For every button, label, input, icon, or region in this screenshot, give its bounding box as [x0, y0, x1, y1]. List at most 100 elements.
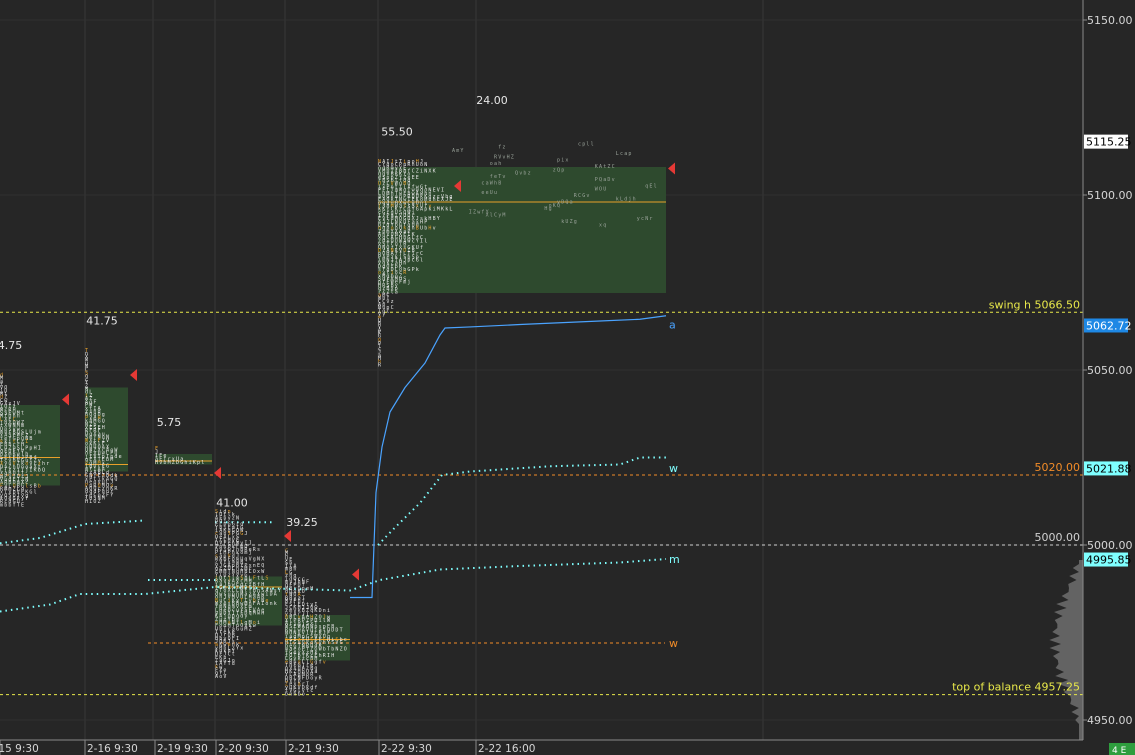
- tpo-letter: H: [420, 219, 423, 225]
- tpo-letter: U: [603, 187, 606, 193]
- price-tick-label: 4950.00: [1087, 714, 1133, 727]
- tpo-letter: l: [201, 460, 204, 466]
- series-label: w: [669, 637, 678, 650]
- time-tick-label: 2-21 9:30: [288, 743, 339, 755]
- tpo-letter: T: [340, 627, 343, 633]
- tpo-letter: l: [34, 490, 37, 496]
- tpo-letter: e: [306, 586, 309, 592]
- tpo-letter: K: [34, 468, 37, 474]
- tpo-letter: f: [257, 582, 260, 588]
- tpo-letter: y: [637, 216, 640, 222]
- tpo-letter: t: [603, 164, 606, 170]
- tpo-letter: F: [253, 576, 256, 582]
- tpo-letter: f: [13, 502, 16, 508]
- time-tick-label: 2-20 9:30: [218, 743, 269, 755]
- price-axis[interactable]: 5150.00 5100.00 5050.00 5000.00 4950.00 5115.…: [1082, 0, 1135, 755]
- tpo-letter: i: [561, 158, 564, 164]
- time-tick-label: 2-22 9:30: [381, 743, 432, 755]
- time-tick-label: 2-15 9:30: [0, 743, 39, 755]
- tpo-letter: C: [412, 169, 415, 175]
- tpo-letter: z: [391, 299, 394, 305]
- vwap-w-badge-text: 5021.88: [1086, 462, 1132, 475]
- tpo-letter: b: [323, 647, 326, 653]
- tpo-letter: j: [407, 280, 410, 286]
- range-label: 5.75: [157, 416, 182, 429]
- tpo-letter: j: [34, 430, 37, 436]
- tpo-letter: L: [249, 569, 252, 575]
- tpo-letter: Z: [249, 626, 252, 632]
- tpo-letter: l: [490, 213, 493, 219]
- tpo-letter: b: [4, 502, 7, 508]
- tpo-letter: D: [335, 627, 338, 633]
- tpo-letter: t: [306, 688, 309, 694]
- tpo-letter: X: [486, 213, 489, 219]
- tpo-letter: V: [106, 438, 109, 444]
- tpo-letter: c: [412, 257, 415, 263]
- tpo-letter: f: [420, 245, 423, 251]
- tpo-letter: Q: [261, 563, 264, 569]
- tpo-letter: X: [261, 557, 264, 563]
- tpo-letter: h: [433, 197, 436, 203]
- tpo-letter: Y: [223, 661, 226, 667]
- price-tick-label: 5100.00: [1087, 189, 1133, 202]
- tpo-letter: j: [249, 550, 252, 556]
- tpo-letter: y: [314, 675, 317, 681]
- range-label: 39.25: [286, 516, 318, 529]
- tpo-letter: q: [249, 610, 252, 616]
- tpo-letter: l: [420, 257, 423, 263]
- tpo-letter: I: [441, 188, 444, 194]
- tpo-letter: H: [34, 445, 37, 451]
- tpo-letter: D: [561, 200, 564, 206]
- tpo-letter: E: [21, 502, 24, 508]
- tpo-letter: g: [574, 219, 577, 225]
- tpo-letter: Y: [327, 640, 330, 646]
- tpo-letter: e: [481, 190, 484, 196]
- tpo-letter: Q: [557, 167, 560, 173]
- tpo-letter: U: [565, 219, 568, 225]
- tpo-letter: b: [38, 468, 41, 474]
- tpo-letter: N: [645, 216, 648, 222]
- tpo-letter: C: [228, 652, 231, 658]
- tpo-letter: p: [628, 151, 631, 157]
- tpo-letter: N: [424, 169, 427, 175]
- tpo-letter: G: [236, 626, 239, 632]
- tpo-letter: H: [544, 206, 547, 212]
- tpo-letter: h: [323, 640, 326, 646]
- tpo-letter: i: [189, 460, 192, 466]
- swing-high-line-label: swing h 5066.50: [989, 298, 1080, 311]
- tpo-letter: h: [494, 180, 497, 186]
- tpo-letter: V: [249, 557, 252, 563]
- last-price-badge-text: 5115.25: [1086, 136, 1132, 149]
- time-axis[interactable]: 2-15 9:30 2-16 9:30 2-19 9:30 2-20 9:30 2-21…: [0, 739, 1135, 755]
- price-tick-label: 5000.00: [1087, 539, 1133, 552]
- tpo-letter: S: [265, 576, 268, 582]
- tpo-letter: a: [314, 669, 317, 675]
- tpo-letter: D: [607, 177, 610, 183]
- tpo-letter: m: [244, 550, 247, 556]
- tpo-letter: M: [110, 457, 113, 463]
- tpo-letter: d: [624, 196, 627, 202]
- tpo-letter: A: [257, 601, 260, 607]
- tpo-letter: K: [441, 207, 444, 213]
- market-profile-chart[interactable]: swing h 5066.505020.005000.00top of bala…: [0, 0, 1135, 755]
- tpo-letter: D: [306, 675, 309, 681]
- tpo-letter: x: [257, 569, 260, 575]
- tpo-letter: p: [29, 445, 32, 451]
- tpo-letter: h: [412, 162, 415, 168]
- tpo-letter: y: [498, 213, 501, 219]
- tpo-letter: T: [17, 502, 20, 508]
- tpo-letter: Q: [102, 419, 105, 425]
- tpo-letter: c: [620, 151, 623, 157]
- tpo-letter: A: [274, 591, 277, 597]
- tpo-letter: T: [228, 661, 231, 667]
- tpo-letter: A: [420, 207, 423, 213]
- tpo-letter: f: [498, 145, 501, 151]
- tpo-letter: l: [323, 618, 326, 624]
- tpo-letter: l: [654, 184, 657, 190]
- tpo-letter: o: [219, 674, 222, 680]
- tpo-letter: A: [599, 164, 602, 170]
- tpo-letter: v: [612, 177, 615, 183]
- tpo-letter: m: [38, 430, 41, 436]
- tpo-letter: L: [616, 151, 619, 157]
- tpo-letter: j: [25, 468, 28, 474]
